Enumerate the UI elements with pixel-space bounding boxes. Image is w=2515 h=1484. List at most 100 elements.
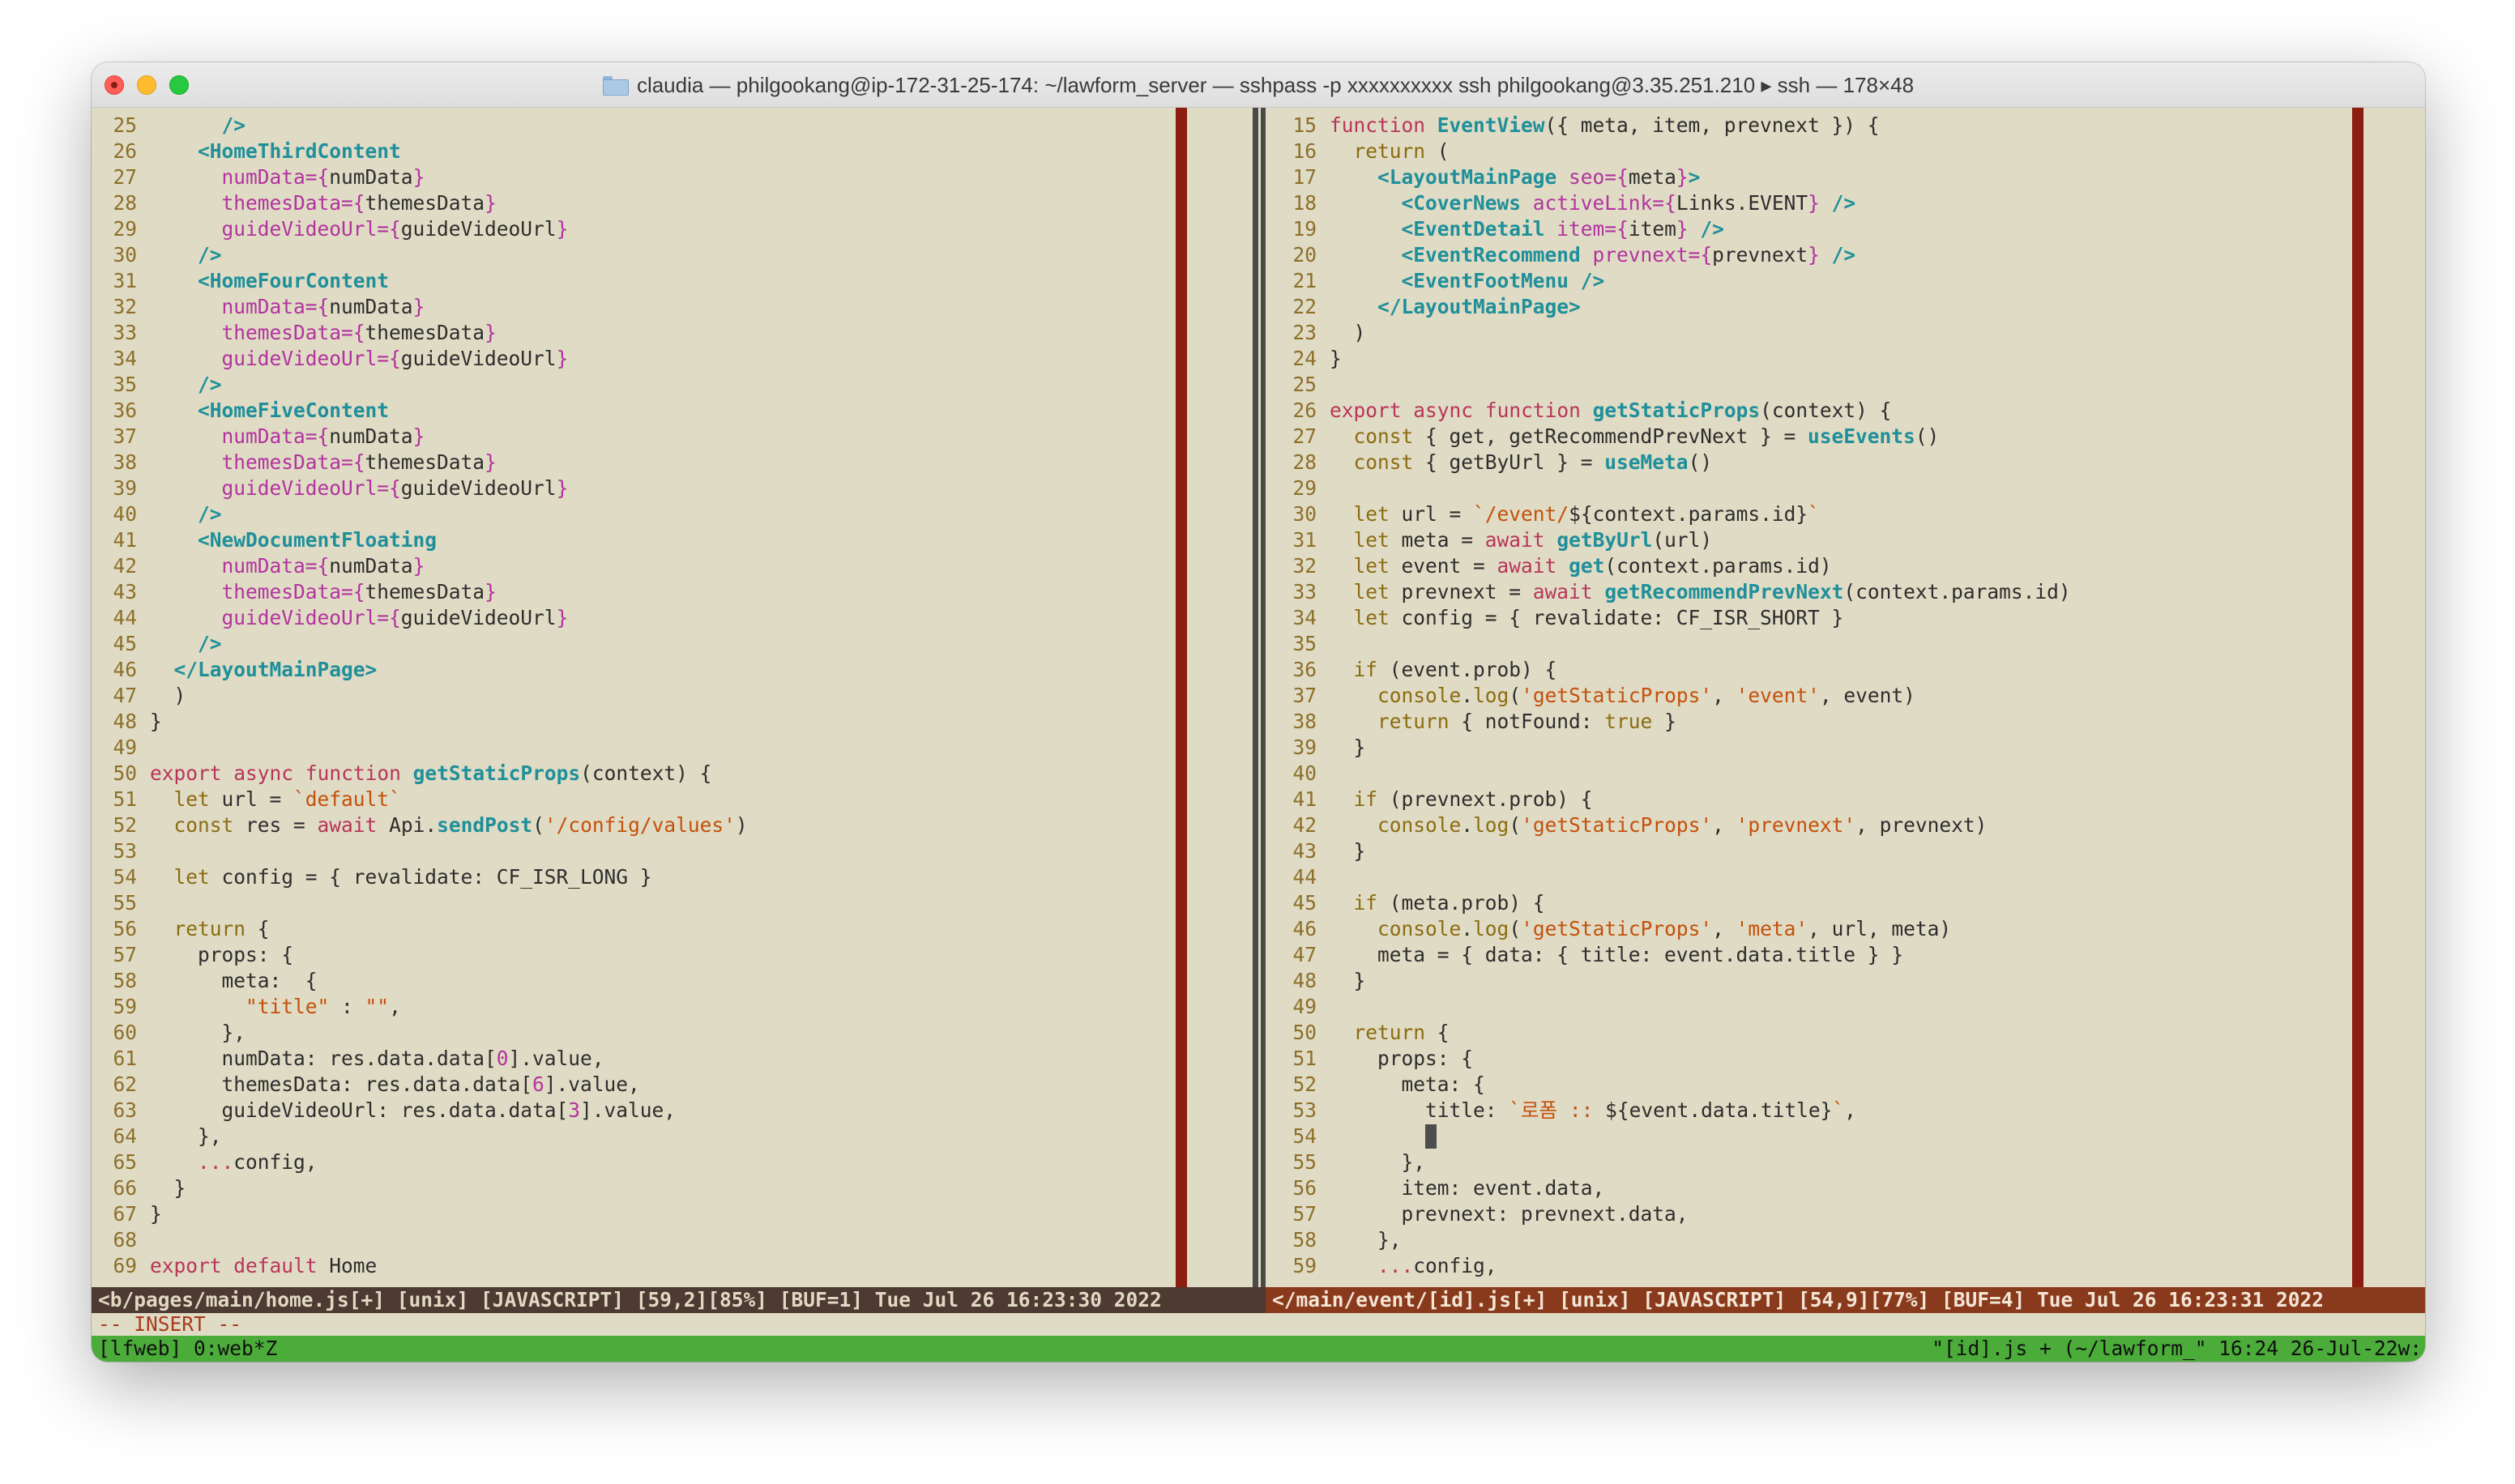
code-line[interactable]: 55 — [92, 890, 150, 916]
code-line[interactable]: 17 <LayoutMainPage seo={meta}> — [1271, 164, 1700, 190]
code-line[interactable]: 69 export default Home — [92, 1253, 377, 1279]
code-line[interactable]: 68 — [92, 1227, 150, 1253]
code-line[interactable]: 49 — [92, 735, 150, 761]
code-line[interactable]: 41 <NewDocumentFloating — [92, 527, 437, 553]
code-line[interactable]: 64 }, — [92, 1124, 221, 1149]
code-line[interactable]: 25 /> — [92, 113, 246, 139]
code-line[interactable]: 45 /> — [92, 631, 221, 657]
code-line[interactable]: 60 }, — [92, 1020, 246, 1046]
code-line[interactable]: 35 — [1271, 631, 1330, 657]
code-line[interactable]: 58 meta: { — [92, 968, 317, 994]
code-token: config = { revalidate: CF_ISR_SHORT } — [1389, 606, 1844, 629]
code-line[interactable]: 51 let url = `default` — [92, 787, 400, 812]
code-line[interactable]: 41 if (prevnext.prob) { — [1271, 787, 1592, 812]
code-line[interactable]: 19 <EventDetail item={item} /> — [1271, 216, 1723, 242]
code-line[interactable]: 48} — [92, 709, 161, 735]
code-line[interactable]: 47 meta = { data: { title: event.data.ti… — [1271, 942, 1903, 968]
code-line[interactable]: 63 guideVideoUrl: res.data.data[3].value… — [92, 1098, 676, 1124]
code-line[interactable]: 49 — [1271, 994, 1330, 1020]
left-editor-pane[interactable]: 25 /> 26 <HomeThirdContent 27 numData={num… — [92, 108, 1270, 1287]
code-line[interactable]: 26 export async function getStaticProps(c… — [1271, 398, 1891, 424]
vertical-split-divider[interactable] — [1253, 108, 1266, 1287]
code-line[interactable]: 67} — [92, 1201, 161, 1227]
code-line[interactable]: 38 return { notFound: true } — [1271, 709, 1676, 735]
code-line[interactable]: 48 } — [1271, 968, 1365, 994]
code-line[interactable]: 43 themesData={themesData} — [92, 579, 496, 605]
code-line[interactable]: 50 return { — [1271, 1020, 1449, 1046]
code-line[interactable]: 31 let meta = await getByUrl(url) — [1271, 527, 1712, 553]
code-line[interactable]: 36 <HomeFiveContent — [92, 398, 389, 424]
tmux-session-window[interactable]: [lfweb] 0:web*Z — [98, 1336, 277, 1362]
code-line[interactable]: 38 themesData={themesData} — [92, 450, 496, 475]
code-line[interactable]: 27 const { get, getRecommendPrevNext } =… — [1271, 424, 1939, 450]
code-line[interactable]: 18 <CoverNews activeLink={Links.EVENT} /… — [1271, 190, 1855, 216]
code-line[interactable]: 54 — [1271, 1124, 1330, 1149]
code-line[interactable]: 56 item: event.data, — [1271, 1175, 1604, 1201]
code-line[interactable]: 28 themesData={themesData} — [92, 190, 496, 216]
code-line[interactable]: 22 </LayoutMainPage> — [1271, 294, 1580, 320]
code-line[interactable]: 62 themesData: res.data.data[6].value, — [92, 1072, 639, 1098]
code-line[interactable]: 52 const res = await Api.sendPost('/conf… — [92, 812, 747, 838]
code-line[interactable]: 65 ...config, — [92, 1149, 317, 1175]
code-line[interactable]: 29 — [1271, 475, 1330, 501]
code-line[interactable]: 37 console.log('getStaticProps', 'event'… — [1271, 683, 1915, 709]
code-line[interactable]: 53 — [92, 838, 150, 864]
code-line[interactable]: 58 }, — [1271, 1227, 1401, 1253]
code-line[interactable]: 29 guideVideoUrl={guideVideoUrl} — [92, 216, 568, 242]
code-line[interactable]: 50 export async function getStaticProps(c… — [92, 761, 711, 787]
code-line[interactable]: 30 /> — [92, 242, 221, 268]
code-line[interactable]: 34 let config = { revalidate: CF_ISR_SHO… — [1271, 605, 1843, 631]
code-line[interactable]: 33 let prevnext = await getRecommendPrev… — [1271, 579, 2070, 605]
code-line[interactable]: 23 ) — [1271, 320, 1365, 346]
code-line[interactable]: 40 — [1271, 761, 1330, 787]
code-line[interactable]: 51 props: { — [1271, 1046, 1473, 1072]
code-line[interactable]: 32 let event = await get(context.params.… — [1271, 553, 1831, 579]
code-line[interactable]: 57 props: { — [92, 942, 293, 968]
code-line[interactable]: 34 guideVideoUrl={guideVideoUrl} — [92, 346, 568, 372]
code-line[interactable]: 32 numData={numData} — [92, 294, 425, 320]
code-line[interactable]: 57 prevnext: prevnext.data, — [1271, 1201, 1688, 1227]
vim-editor[interactable]: 25 /> 26 <HomeThirdContent 27 numData={num… — [92, 108, 2425, 1362]
code-line[interactable]: 47 ) — [92, 683, 186, 709]
code-line[interactable]: 25 — [1271, 372, 1330, 398]
code-line[interactable]: 30 let url = `/event/${context.params.id… — [1271, 501, 1819, 527]
code-line[interactable]: 61 numData: res.data.data[0].value, — [92, 1046, 604, 1072]
title-bar[interactable]: claudia — philgookang@ip-172-31-25-174: … — [92, 62, 2425, 108]
code-line[interactable]: 16 return ( — [1271, 139, 1449, 164]
code-line[interactable]: 36 if (event.prob) { — [1271, 657, 1556, 683]
code-line[interactable]: 53 title: `로폼 :: ${event.data.title}`, — [1271, 1098, 1855, 1124]
code-line[interactable]: 33 themesData={themesData} — [92, 320, 496, 346]
code-line[interactable]: 43 } — [1271, 838, 1365, 864]
code-line[interactable]: 56 return { — [92, 916, 269, 942]
right-editor-pane[interactable]: 15 function EventView({ meta, item, prevn… — [1271, 108, 2425, 1287]
code-line[interactable]: 24} — [1271, 346, 1341, 372]
code-line[interactable]: 54 let config = { revalidate: CF_ISR_LON… — [92, 864, 651, 890]
code-line[interactable]: 44 guideVideoUrl={guideVideoUrl} — [92, 605, 568, 631]
code-line[interactable]: 59 ...config, — [1271, 1253, 1497, 1279]
code-line[interactable]: 44 — [1271, 864, 1330, 890]
code-line[interactable]: 42 numData={numData} — [92, 553, 425, 579]
code-line[interactable]: 46 console.log('getStaticProps', 'meta',… — [1271, 916, 1951, 942]
code-line[interactable]: 42 console.log('getStaticProps', 'prevne… — [1271, 812, 1987, 838]
code-line[interactable]: 20 <EventRecommend prevnext={prevnext} /… — [1271, 242, 1855, 268]
code-line[interactable]: 31 <HomeFourContent — [92, 268, 389, 294]
code-line[interactable]: 21 <EventFootMenu /> — [1271, 268, 1604, 294]
code-line[interactable]: 27 numData={numData} — [92, 164, 425, 190]
code-line[interactable]: 45 if (meta.prob) { — [1271, 890, 1544, 916]
code-line[interactable]: 59 "title" : "", — [92, 994, 400, 1020]
code-line[interactable]: 37 numData={numData} — [92, 424, 425, 450]
code-line[interactable]: 26 <HomeThirdContent — [92, 139, 400, 164]
code-line[interactable]: 40 /> — [92, 501, 221, 527]
code-line[interactable]: 66 } — [92, 1175, 186, 1201]
code-line[interactable]: 15 function EventView({ meta, item, prevn… — [1271, 113, 1879, 139]
code-line[interactable]: 55 }, — [1271, 1149, 1425, 1175]
code-line[interactable]: 46 </LayoutMainPage> — [92, 657, 377, 683]
code-line[interactable]: 39 guideVideoUrl={guideVideoUrl} — [92, 475, 568, 501]
code-line[interactable]: 39 } — [1271, 735, 1365, 761]
code-line[interactable]: 35 /> — [92, 372, 221, 398]
code-line[interactable]: 52 meta: { — [1271, 1072, 1484, 1098]
code-line[interactable]: 28 const { getByUrl } = useMeta() — [1271, 450, 1712, 475]
